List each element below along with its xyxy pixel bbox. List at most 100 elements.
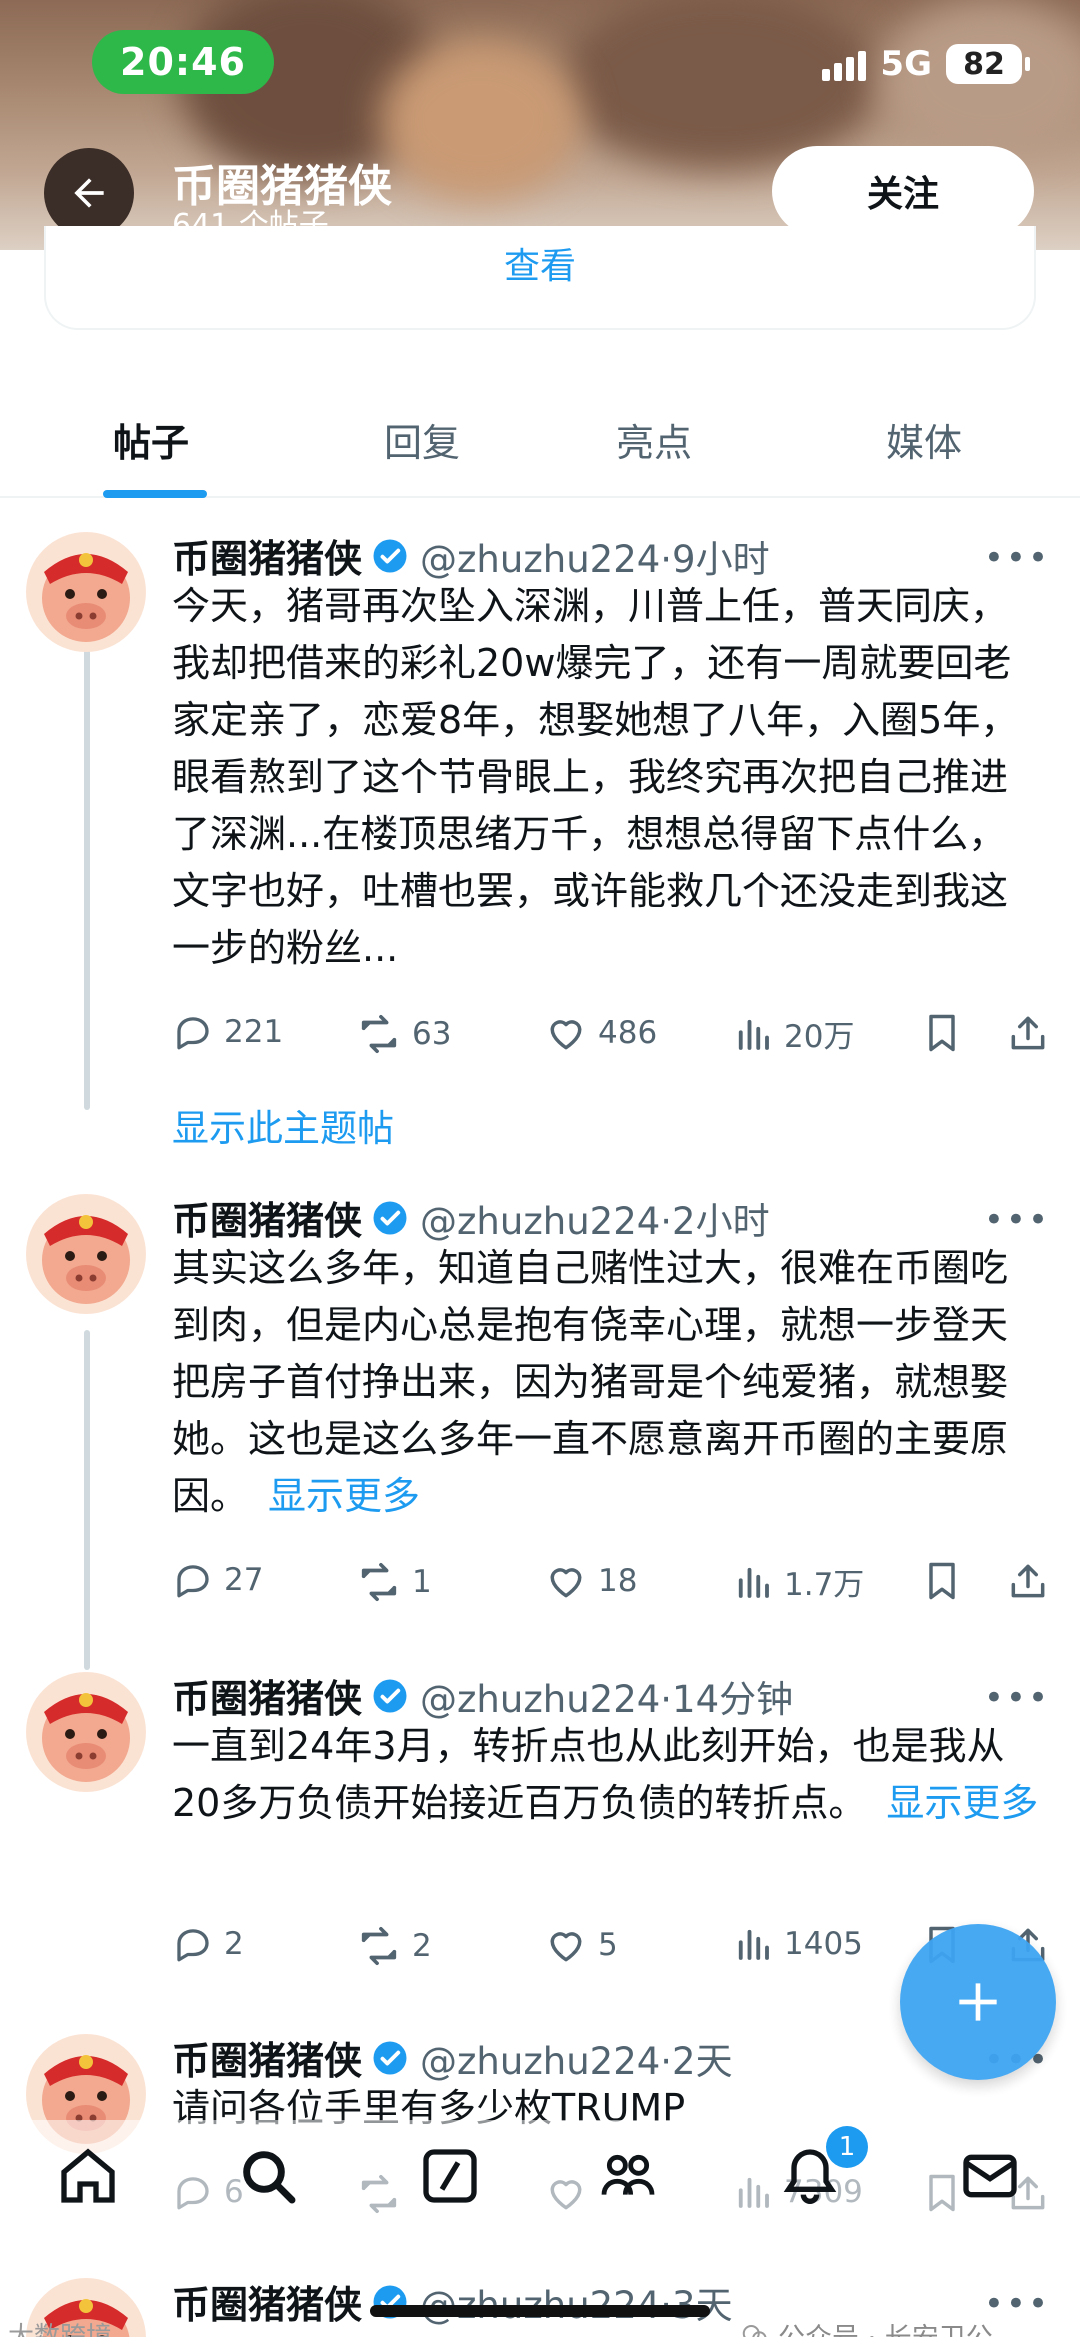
watermark-right: 公众号 · 长安卫公 — [740, 2316, 993, 2337]
author-handle-time: @zhuzhu224·14分钟 — [420, 1677, 794, 1721]
profile-tabs: 帖子 回复 亮点 媒体 — [0, 382, 1080, 498]
more-options-icon[interactable]: ••• — [984, 1678, 1050, 1718]
analytics-icon — [738, 1019, 769, 1050]
analytics-icon — [738, 1567, 769, 1598]
thread-line — [84, 1330, 90, 1670]
show-more-link[interactable]: 显示更多 — [886, 1781, 1038, 1825]
tweet-text: 一直到24年3月，转折点也从此刻开始，也是我从20多万负债开始接近百万负债的转折… — [172, 1724, 1039, 1825]
status-time: 20:46 — [92, 30, 274, 94]
reply-button[interactable]: 2 — [172, 1923, 244, 1965]
watermark-left: 大数跨境 — [8, 2322, 113, 2337]
bookmark-button[interactable] — [920, 1011, 964, 1055]
tab-posts[interactable]: 帖子 — [113, 412, 189, 467]
view-link[interactable]: 查看 — [504, 237, 576, 289]
tweet-actions: 221 63 486 20万 — [172, 1011, 1052, 1061]
tab-replies[interactable]: 回复 — [384, 412, 460, 467]
tweet-text: 今天，猪哥再次坠入深渊，川普上任，普天同庆，我却把借来的彩礼20w爆完了，还有一… — [172, 584, 1019, 970]
bookmark-icon — [929, 1562, 955, 1600]
author-handle-time: @zhuzhu224·9小时 — [420, 537, 770, 581]
repost-button[interactable]: 2 — [356, 1923, 432, 1969]
repost-icon — [361, 1014, 397, 1054]
author-name[interactable]: 币圈猪猪侠 — [172, 528, 362, 583]
more-options-icon[interactable]: ••• — [984, 2284, 1050, 2324]
verified-badge-icon — [372, 1200, 408, 1236]
people-icon — [601, 2154, 655, 2195]
reply-icon — [177, 1017, 209, 1050]
back-button[interactable] — [44, 148, 134, 238]
pig-avatar-icon — [42, 553, 130, 642]
heart-icon — [550, 1568, 582, 1598]
author-name[interactable]: 币圈猪猪侠 — [172, 2030, 362, 2085]
bottom-navigation — [0, 2120, 1080, 2260]
battery-icon: 82 — [946, 44, 1030, 84]
reply-button[interactable]: 221 — [172, 1011, 283, 1053]
home-indicator[interactable] — [370, 2305, 710, 2317]
wechat-icon — [742, 2324, 767, 2337]
profile-card: 查看 — [44, 226, 1036, 330]
reply-icon — [177, 1565, 209, 1598]
more-options-icon[interactable]: ••• — [984, 1200, 1050, 1240]
share-button[interactable] — [1006, 1559, 1050, 1603]
signal-icon — [822, 47, 867, 81]
share-button[interactable] — [1006, 1011, 1050, 1055]
views-button[interactable]: 1.7万 — [732, 1559, 864, 1604]
author-handle-time: @zhuzhu224·2小时 — [420, 1199, 770, 1243]
nav-communities[interactable] — [596, 2144, 660, 2208]
follow-button[interactable]: 关注 — [772, 146, 1034, 236]
author-handle-time: @zhuzhu224·2天 — [420, 2039, 733, 2083]
plus-icon — [959, 1983, 997, 2021]
author-name[interactable]: 币圈猪猪侠 — [172, 1190, 362, 1245]
nav-messages[interactable] — [958, 2144, 1022, 2208]
views-button[interactable]: 1405 — [732, 1923, 863, 1965]
repost-icon — [361, 1562, 397, 1602]
repost-button[interactable]: 63 — [356, 1011, 451, 1057]
grok-icon — [423, 2149, 477, 2203]
reply-icon — [177, 1929, 209, 1962]
heart-icon — [550, 1932, 582, 1962]
compose-button[interactable] — [900, 1924, 1056, 2080]
share-icon — [1011, 1016, 1045, 1050]
repost-button[interactable]: 1 — [356, 1559, 432, 1605]
bookmark-button[interactable] — [920, 1559, 964, 1603]
verified-badge-icon — [372, 2040, 408, 2076]
author-handle-time: @zhuzhu224·3天 — [420, 2275, 733, 2329]
analytics-icon — [738, 1929, 769, 1960]
share-icon — [1011, 1564, 1045, 1598]
repost-icon — [361, 1926, 397, 1966]
tab-media[interactable]: 媒体 — [886, 412, 962, 467]
tweet-actions: 27 1 18 1.7万 — [172, 1559, 1052, 1609]
views-button[interactable]: 20万 — [732, 1011, 854, 1056]
arrow-left-icon — [74, 178, 104, 208]
like-button[interactable]: 18 — [544, 1559, 637, 1603]
search-icon — [243, 2151, 296, 2204]
status-indicators: 5G 82 — [822, 44, 1030, 84]
nav-home[interactable] — [56, 2144, 120, 2208]
avatar[interactable] — [26, 1672, 146, 1792]
home-icon — [61, 2148, 115, 2203]
nav-grok[interactable] — [418, 2144, 482, 2208]
show-thread-link[interactable]: 显示此主题帖 — [172, 1098, 394, 1152]
nav-search[interactable] — [236, 2144, 300, 2208]
notification-badge: 1 — [826, 2126, 868, 2168]
author-name[interactable]: 币圈猪猪侠 — [172, 1668, 362, 1723]
show-more-link[interactable]: 显示更多 — [268, 1474, 420, 1518]
tweet-text: 其实这么多年，知道自己赌性过大，很难在币圈吃到肉，但是内心总是抱有侥幸心理，就想… — [172, 1246, 1009, 1518]
network-type: 5G — [880, 44, 932, 84]
avatar[interactable] — [26, 532, 146, 652]
bookmark-icon — [929, 1014, 955, 1052]
verified-badge-icon — [372, 538, 408, 574]
reply-button[interactable]: 27 — [172, 1559, 263, 1601]
more-options-icon[interactable]: ••• — [984, 538, 1050, 578]
thread-line — [84, 648, 90, 1110]
verified-badge-icon — [372, 1678, 408, 1714]
avatar[interactable] — [26, 1194, 146, 1314]
heart-icon — [550, 1020, 582, 1050]
active-tab-indicator — [103, 490, 207, 498]
mail-icon — [963, 2154, 1017, 2198]
pig-avatar-icon — [42, 1693, 130, 1782]
like-button[interactable]: 486 — [544, 1011, 657, 1055]
tab-highlights[interactable]: 亮点 — [616, 412, 692, 467]
pig-avatar-icon — [42, 1215, 130, 1304]
like-button[interactable]: 5 — [544, 1923, 618, 1967]
author-name[interactable]: 币圈猪猪侠 — [172, 2274, 362, 2329]
